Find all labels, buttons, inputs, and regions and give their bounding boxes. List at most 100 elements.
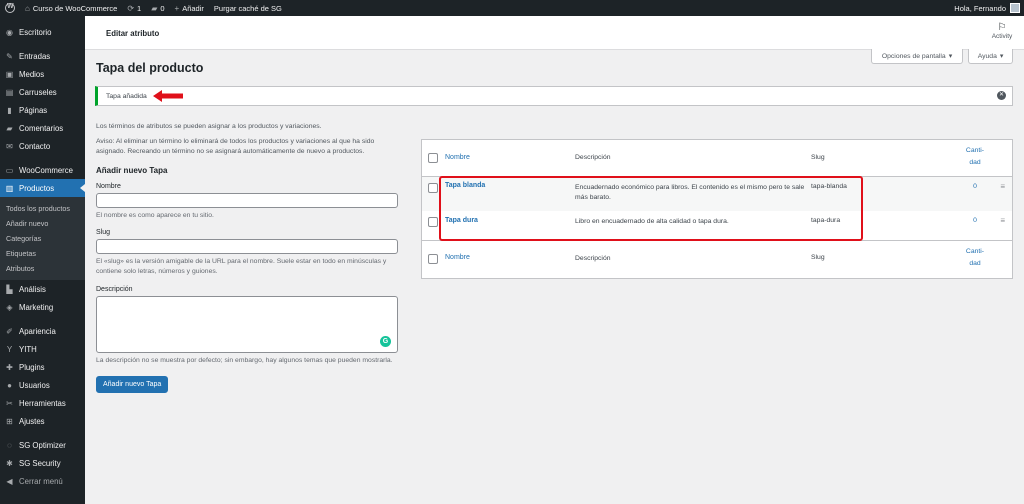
carousel-icon: ▤ xyxy=(5,87,14,97)
screen-options-button[interactable]: Opciones de pantalla ▾ xyxy=(871,49,963,64)
home-icon: ⌂ xyxy=(25,3,30,13)
caret-down-icon: ▾ xyxy=(948,53,953,60)
users-icon: ● xyxy=(7,380,12,390)
column-slug-footer[interactable]: Slug xyxy=(811,254,825,261)
name-input[interactable] xyxy=(96,193,398,208)
flag-icon: ⚐ xyxy=(997,22,1007,33)
sidebar-item-sg-security[interactable]: ✱ SG Security xyxy=(0,454,85,472)
column-description-header[interactable]: Descripción xyxy=(575,153,805,163)
products-icon: ▥ xyxy=(5,183,14,193)
table-footer: Nombre Descripción Slug Canti-dad xyxy=(422,240,1012,278)
media-icon: ▣ xyxy=(5,69,14,79)
comment-icon: ▰ xyxy=(151,3,158,13)
submenu-atributos[interactable]: Atributos xyxy=(0,261,85,276)
term-count-link[interactable]: 0 xyxy=(942,217,1008,224)
appearance-icon: ✐ xyxy=(6,326,13,336)
marketing-icon: ◈ xyxy=(6,302,13,312)
term-count-link[interactable]: 0 xyxy=(942,183,1008,190)
column-name-footer[interactable]: Nombre xyxy=(445,254,470,261)
sidebar-item-medios[interactable]: ▣ Medios xyxy=(0,65,85,83)
column-description-footer[interactable]: Descripción xyxy=(575,254,805,264)
help-button[interactable]: Ayuda ▾ xyxy=(968,49,1013,64)
warning-text: Aviso: Al eliminar un término lo elimina… xyxy=(96,138,375,155)
sidebar-item-plugins[interactable]: ✚ Plugins xyxy=(0,358,85,376)
add-term-column: Los términos de atributos se pueden asig… xyxy=(96,122,400,393)
sg-security-icon: ✱ xyxy=(6,458,13,468)
form-title: Añadir nuevo Tapa xyxy=(96,166,168,175)
updates-link[interactable]: ⟳ 1 xyxy=(122,0,146,16)
intro-text: Los términos de atributos se pueden asig… xyxy=(96,123,322,130)
purge-cache-link[interactable]: Purgar caché de SG xyxy=(209,0,287,16)
analytics-icon: ▙ xyxy=(6,284,13,294)
sidebar-item-comentarios[interactable]: ▰ Comentarios xyxy=(0,119,85,137)
success-notice: Tapa añadida ✕ xyxy=(95,86,1013,106)
name-help: El nombre es como aparece en tu sitio. xyxy=(96,212,214,219)
submenu-etiquetas[interactable]: Etiquetas xyxy=(0,246,85,261)
slug-input[interactable] xyxy=(96,239,398,254)
sidebar-item-entradas[interactable]: ✎ Entradas xyxy=(0,47,85,65)
drag-handle-icon[interactable]: ≡ xyxy=(1000,216,1005,225)
tools-icon: ✂ xyxy=(6,398,13,408)
column-slug-header[interactable]: Slug xyxy=(811,154,825,161)
wordpress-logo[interactable] xyxy=(0,0,20,16)
sidebar-item-paginas[interactable]: ▮ Páginas xyxy=(0,101,85,119)
wordpress-icon xyxy=(5,3,15,13)
submenu-categorias[interactable]: Categorías xyxy=(0,231,85,246)
column-count-header[interactable]: Canti-dad xyxy=(942,145,1008,169)
comments-link[interactable]: ▰ 0 xyxy=(146,0,169,16)
sidebar-item-escritorio[interactable]: ◉ Escritorio xyxy=(0,23,85,41)
column-count-footer[interactable]: Canti-dad xyxy=(942,246,1008,270)
sidebar-item-ajustes[interactable]: ⊞ Ajustes xyxy=(0,412,85,430)
sidebar-item-sg-optimizer[interactable]: ◌ SG Optimizer xyxy=(0,436,85,454)
description-label: Descripción xyxy=(96,286,133,293)
select-all-checkbox[interactable] xyxy=(428,254,438,264)
highlight-annotation xyxy=(439,176,863,241)
add-term-button[interactable]: Añadir nuevo Tapa xyxy=(96,376,169,393)
slug-label: Slug xyxy=(96,229,111,236)
plugins-icon: ✚ xyxy=(6,362,13,372)
drag-handle-icon[interactable]: ≡ xyxy=(1000,182,1005,191)
sidebar-item-herramientas[interactable]: ✂ Herramientas xyxy=(0,394,85,412)
sidebar-item-marketing[interactable]: ◈ Marketing xyxy=(0,298,85,316)
refresh-icon: ⟳ xyxy=(127,3,135,13)
collapse-menu-button[interactable]: ◀ Cerrar menú xyxy=(0,472,85,490)
table-header: Nombre Descripción Slug Canti-dad xyxy=(422,140,1012,177)
grammarly-icon[interactable]: G xyxy=(380,336,391,347)
sidebar-item-apariencia[interactable]: ✐ Apariencia xyxy=(0,322,85,340)
page-title: Tapa del producto xyxy=(96,61,204,75)
pages-icon: ▮ xyxy=(7,105,12,115)
description-textarea[interactable]: G xyxy=(96,296,398,353)
my-account-link[interactable]: Hola, Fernando xyxy=(949,0,1024,16)
sidebar-item-analisis[interactable]: ▙ Análisis xyxy=(0,280,85,298)
submenu-todos-productos[interactable]: Todos los productos xyxy=(0,201,85,216)
row-checkbox[interactable] xyxy=(428,183,438,193)
close-icon[interactable]: ✕ xyxy=(997,91,1006,100)
activity-button[interactable]: ⚐ Activity xyxy=(988,22,1016,40)
site-name-link[interactable]: ⌂ Curso de WooCommerce xyxy=(20,0,122,16)
row-checkbox[interactable] xyxy=(428,217,438,227)
column-name-header[interactable]: Nombre xyxy=(445,154,470,161)
submenu-anadir-nuevo[interactable]: Añadir nuevo xyxy=(0,216,85,231)
comments-icon: ▰ xyxy=(6,123,13,133)
dashboard-icon: ◉ xyxy=(6,27,13,37)
woo-icon: ▭ xyxy=(5,165,14,175)
sidebar-item-yith[interactable]: Y YITH xyxy=(0,340,85,358)
sidebar-item-woocommerce[interactable]: ▭ WooCommerce xyxy=(0,161,85,179)
mail-icon: ✉ xyxy=(6,141,13,151)
pin-icon: ✎ xyxy=(6,51,13,61)
sidebar-item-usuarios[interactable]: ● Usuarios xyxy=(0,376,85,394)
description-help: La descripción no se muestra por defecto… xyxy=(96,357,393,364)
new-content-link[interactable]: + Añadir xyxy=(170,0,209,16)
sidebar-item-carruseles[interactable]: ▤ Carruseles xyxy=(0,83,85,101)
header-title: Editar atributo xyxy=(106,29,160,38)
admin-sidebar: ◉ Escritorio ✎ Entradas ▣ Medios ▤ Carrusele… xyxy=(0,16,85,504)
settings-icon: ⊞ xyxy=(6,416,13,426)
sidebar-item-contacto[interactable]: ✉ Contacto xyxy=(0,137,85,155)
sg-optimizer-icon: ◌ xyxy=(7,440,12,450)
page-header: Editar atributo ⚐ Activity xyxy=(85,16,1024,50)
select-all-checkbox[interactable] xyxy=(428,153,438,163)
products-submenu: Todos los productos Añadir nuevo Categor… xyxy=(0,197,85,280)
sidebar-item-productos[interactable]: ▥ Productos xyxy=(0,179,85,197)
caret-down-icon: ▾ xyxy=(999,53,1004,60)
arrow-annotation-icon xyxy=(153,90,183,102)
